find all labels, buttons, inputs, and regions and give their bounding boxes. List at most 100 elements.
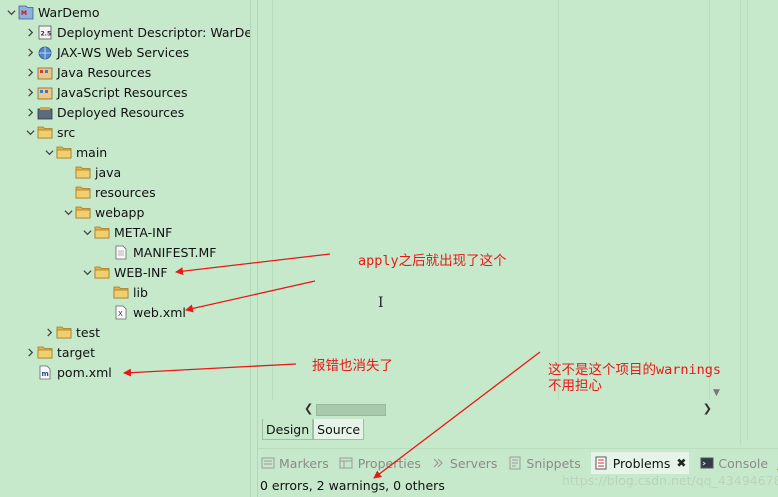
view-splitter[interactable] (250, 0, 258, 497)
folder-icon (94, 264, 110, 280)
servers-icon (431, 456, 446, 471)
tree-item-pom-xml[interactable]: m pom.xml (23, 362, 112, 382)
right-panel-inner (747, 0, 778, 440)
tree-item-label: target (57, 344, 96, 360)
tree-item-label: java (95, 164, 122, 180)
tree-item-label: webapp (95, 204, 145, 220)
tab-console[interactable]: Console (699, 456, 768, 471)
tree-item-web-xml[interactable]: Xweb.xml (99, 302, 186, 322)
maven-project-icon: M (18, 4, 34, 20)
tab-source[interactable]: Source (313, 419, 365, 440)
tree-item-java-resources[interactable]: Java Resources (23, 62, 151, 82)
folder-icon (75, 204, 91, 220)
folder-icon (37, 344, 53, 360)
svg-text:X: X (118, 310, 123, 318)
tree-item-manifest-mf[interactable]: MANIFEST.MF (99, 242, 217, 262)
tree-item-jax-ws-web-services[interactable]: JAX-WS Web Services (23, 42, 189, 62)
folder-icon (56, 324, 72, 340)
chevron-down-icon[interactable] (61, 202, 75, 222)
chevron-right-icon[interactable] (42, 322, 56, 342)
chevron-down-icon[interactable] (80, 262, 94, 282)
tab-label: Properties (357, 455, 421, 471)
web-services-icon (37, 44, 53, 60)
scrollbar-thumb[interactable] (316, 404, 386, 416)
chevron-right-icon[interactable] (23, 22, 37, 42)
chevron-right-icon[interactable] (23, 62, 37, 82)
scroll-left-icon[interactable]: ❮ (304, 402, 313, 415)
print-margin-line (558, 0, 559, 400)
folder-icon (113, 284, 129, 300)
tree-item-target[interactable]: target (23, 342, 95, 362)
tree-item-label: resources (95, 184, 156, 200)
tree-item-javascript-resources[interactable]: JavaScript Resources (23, 82, 187, 102)
tree-item-label: WarDemo (38, 4, 100, 20)
tree-item-main[interactable]: main (42, 142, 107, 162)
markers-icon (260, 456, 275, 471)
tree-item-deployed-resources[interactable]: Deployed Resources (23, 102, 184, 122)
chevron-down-icon[interactable] (23, 122, 37, 142)
console-icon (699, 456, 714, 471)
tab-snippets[interactable]: Snippets (507, 456, 581, 471)
snippets-icon (507, 456, 522, 471)
file-icon (113, 244, 129, 260)
tree-item-deployment-descriptor-wardemo[interactable]: 2.5 Deployment Descriptor: WarDemo (23, 22, 250, 42)
annotation-not-worry: 这不是这个项目的warnings 不用担心 (548, 362, 722, 394)
tab-servers[interactable]: Servers (431, 455, 498, 471)
chevron-right-icon[interactable] (23, 342, 37, 362)
tree-item-label: pom.xml (57, 364, 112, 380)
properties-icon (339, 456, 354, 471)
bottom-view-tabs: Markers Properties Servers Snippets Problems… (260, 452, 778, 474)
tab-problems[interactable]: Problems ✖ (590, 452, 690, 474)
close-icon[interactable]: ✖ (676, 456, 686, 470)
tab-markers[interactable]: Markers (260, 456, 329, 471)
tab-label: Servers (449, 455, 498, 471)
chevron-right-icon[interactable] (23, 82, 37, 102)
svg-text:m: m (42, 370, 49, 378)
chevron-right-icon[interactable] (23, 102, 37, 122)
tab-label: Console (718, 455, 769, 471)
project-explorer: M WarDemo 2.5 Deployment Descriptor: WarDem… (0, 0, 250, 497)
bottom-panel: Markers Properties Servers Snippets Problems… (258, 448, 778, 497)
tree-item-label: src (57, 124, 76, 140)
deployed-resources-icon (37, 104, 53, 120)
folder-icon (75, 184, 91, 200)
tree-item-label: Deployment Descriptor: WarDemo (57, 24, 250, 40)
tree-item-webapp[interactable]: webapp (61, 202, 144, 222)
java-resources-icon (37, 64, 53, 80)
editor-text-area[interactable] (272, 0, 708, 400)
tree-item-java[interactable]: java (61, 162, 121, 182)
chevron-right-icon[interactable] (23, 42, 37, 62)
tab-properties[interactable]: Properties (339, 456, 421, 471)
tree-item-label: JAX-WS Web Services (57, 44, 190, 60)
horizontal-scrollbar[interactable]: ❮ ❯ (302, 401, 712, 418)
folder-icon (94, 224, 110, 240)
tab-design[interactable]: Design (262, 419, 314, 440)
folder-icon (56, 144, 72, 160)
svg-text:2.5: 2.5 (41, 30, 52, 37)
chevron-down-icon[interactable] (80, 222, 94, 242)
scroll-right-icon[interactable]: ❯ (703, 402, 712, 415)
tree-item-src[interactable]: src (23, 122, 75, 142)
tree-item-resources[interactable]: resources (61, 182, 156, 202)
chevron-down-icon[interactable] (42, 142, 56, 162)
tree-item-wardemo[interactable]: M WarDemo (4, 2, 100, 22)
tree-item-label: META-INF (114, 224, 173, 240)
tree-item-label: JavaScript Resources (57, 84, 188, 100)
folder-icon (37, 124, 53, 140)
xml-file-icon: X (113, 304, 129, 320)
vertical-scrollbar[interactable]: ▼ (709, 0, 725, 400)
annotation-apply: apply之后就出现了这个 (358, 253, 507, 269)
tree-item-test[interactable]: test (42, 322, 100, 342)
watermark: https://blog.csdn.net/qq_43494678 (562, 473, 778, 488)
tree-item-label: web.xml (133, 304, 186, 320)
editor-tabs: Design Source (262, 419, 365, 441)
tree-item-web-inf[interactable]: WEB-INF (80, 262, 168, 282)
maven-pom-icon: m (37, 364, 53, 380)
chevron-down-icon[interactable] (4, 2, 18, 22)
tree-item-lib[interactable]: lib (99, 282, 148, 302)
javascript-resources-icon (37, 84, 53, 100)
tree-item-meta-inf[interactable]: META-INF (80, 222, 172, 242)
